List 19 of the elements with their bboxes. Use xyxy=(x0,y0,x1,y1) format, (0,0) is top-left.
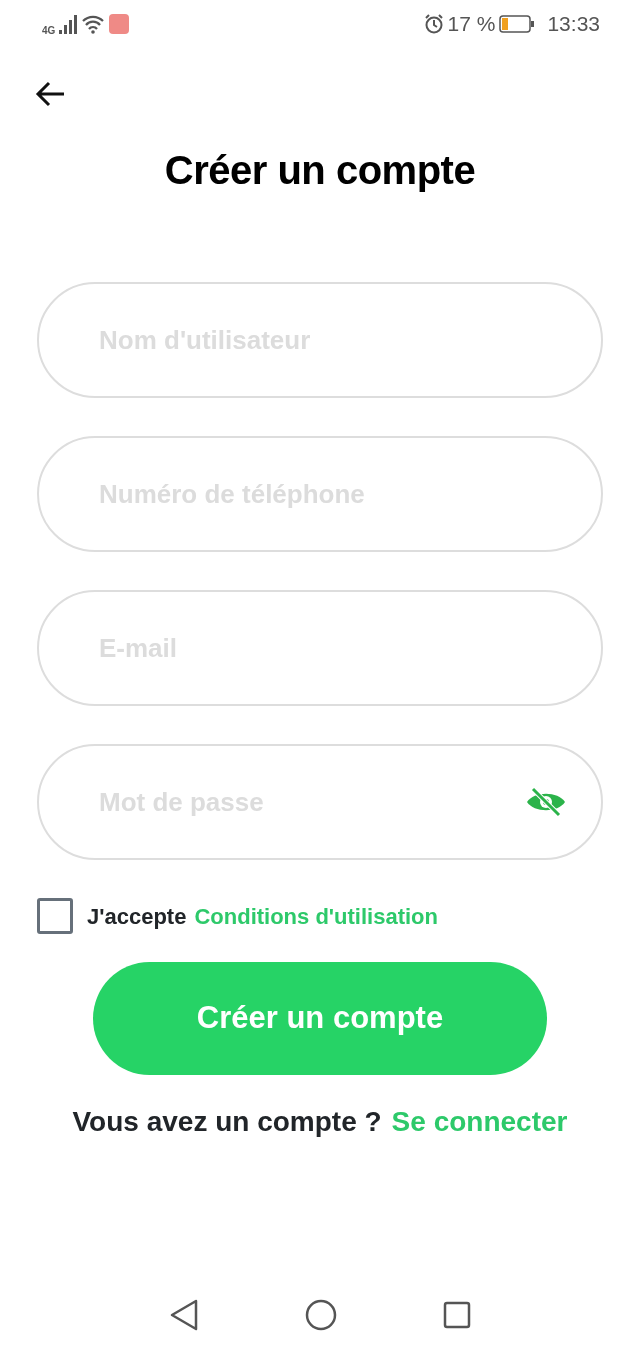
home-nav-icon[interactable] xyxy=(305,1299,337,1331)
eye-slash-icon[interactable] xyxy=(525,786,567,818)
network-label: 4G xyxy=(42,23,56,38)
terms-link[interactable]: Conditions d'utilisation xyxy=(194,899,438,933)
battery-icon xyxy=(499,15,536,33)
page-title: Créer un compte xyxy=(163,147,477,194)
clock: 13:33 xyxy=(547,11,600,38)
terms-label: J'accepte xyxy=(87,902,187,931)
login-prompt: Vous avez un compte ? xyxy=(72,1105,382,1139)
signal-icon xyxy=(59,14,78,34)
app-icon xyxy=(109,14,130,34)
checkbox[interactable] xyxy=(37,898,73,934)
back-nav-icon[interactable] xyxy=(169,1298,199,1332)
alarm-icon xyxy=(423,14,444,34)
recents-nav-icon[interactable] xyxy=(443,1301,471,1329)
wifi-icon xyxy=(81,14,106,34)
battery-percent: 17 % xyxy=(447,11,496,38)
login-link[interactable]: Se connecter xyxy=(391,1101,568,1143)
create-account-button[interactable]: Créer un compte xyxy=(93,962,547,1075)
